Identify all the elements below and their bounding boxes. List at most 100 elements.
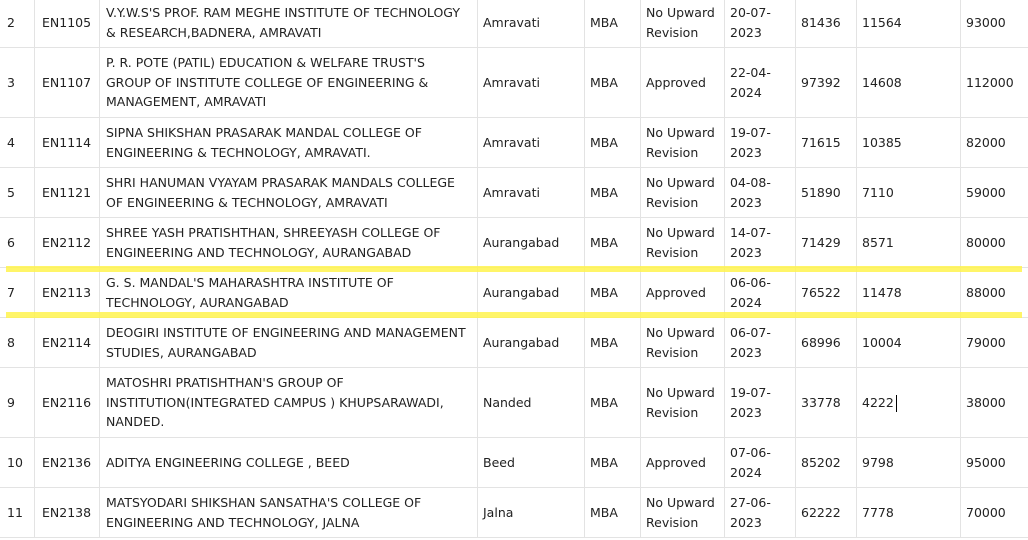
value-cell-1: 97392 <box>795 47 857 118</box>
institute-code-cell: EN1121 <box>34 167 100 218</box>
value-cell-2: 11478 <box>856 267 961 318</box>
status-cell: No Upward Revision <box>640 117 725 168</box>
sr-no-cell: 11 <box>0 487 35 538</box>
table-row-highlighted: 7 EN2113 G. S. MANDAL'S MAHARASHTRA INST… <box>0 267 1028 318</box>
date-cell: 06-07-2023 <box>724 317 796 368</box>
district-cell: Nanded <box>477 367 585 438</box>
institute-code-cell: EN1107 <box>34 47 100 118</box>
value-cell-2: 7778 <box>856 487 961 538</box>
value-cell-1: 68996 <box>795 317 857 368</box>
highlight-line-top <box>6 266 1022 272</box>
table-row: 2 EN1105 V.Y.W.S'S PROF. RAM MEGHE INSTI… <box>0 0 1028 48</box>
course-cell: MBA <box>584 267 641 318</box>
value-cell-2: 14608 <box>856 47 961 118</box>
date-cell: 07-06-2024 <box>724 437 796 488</box>
status-cell: No Upward Revision <box>640 217 725 268</box>
status-cell: No Upward Revision <box>640 167 725 218</box>
value-cell-1: 71615 <box>795 117 857 168</box>
course-cell: MBA <box>584 0 641 48</box>
highlight-line-bottom <box>6 312 1022 318</box>
course-cell: MBA <box>584 47 641 118</box>
institute-code-cell: EN2112 <box>34 217 100 268</box>
district-cell: Amravati <box>477 167 585 218</box>
status-cell: Approved <box>640 267 725 318</box>
institute-code-cell: EN2116 <box>34 367 100 438</box>
date-cell: 20-07-2023 <box>724 0 796 48</box>
value-cell-1: 71429 <box>795 217 857 268</box>
value-cell-1: 76522 <box>795 267 857 318</box>
value-cell-3: 38000 <box>960 367 1028 438</box>
institute-name-cell: V.Y.W.S'S PROF. RAM MEGHE INSTITUTE OF T… <box>99 0 478 48</box>
date-cell: 22-04-2024 <box>724 47 796 118</box>
status-cell: No Upward Revision <box>640 0 725 48</box>
institute-name-cell: G. S. MANDAL'S MAHARASHTRA INSTITUTE OF … <box>99 267 478 318</box>
table-row: 3 EN1107 P. R. POTE (PATIL) EDUCATION & … <box>0 47 1028 118</box>
value-cell-3: 82000 <box>960 117 1028 168</box>
value-cell-2: 8571 <box>856 217 961 268</box>
sr-no-cell: 3 <box>0 47 35 118</box>
date-cell: 19-07-2023 <box>724 367 796 438</box>
sr-no-cell: 8 <box>0 317 35 368</box>
institute-name-cell: SHRI HANUMAN VYAYAM PRASARAK MANDALS COL… <box>99 167 478 218</box>
table-row: 11 EN2138 MATSYODARI SHIKSHAN SANSATHA'S… <box>0 487 1028 538</box>
sr-no-cell: 6 <box>0 217 35 268</box>
institute-code-cell: EN2138 <box>34 487 100 538</box>
course-cell: MBA <box>584 487 641 538</box>
course-cell: MBA <box>584 117 641 168</box>
status-cell: Approved <box>640 437 725 488</box>
table-row: 10 EN2136 ADITYA ENGINEERING COLLEGE , B… <box>0 437 1028 488</box>
table-row: 8 EN2114 DEOGIRI INSTITUTE OF ENGINEERIN… <box>0 317 1028 368</box>
sr-no-cell: 9 <box>0 367 35 438</box>
district-cell: Amravati <box>477 117 585 168</box>
course-cell: MBA <box>584 437 641 488</box>
status-cell: No Upward Revision <box>640 487 725 538</box>
value-cell-3: 95000 <box>960 437 1028 488</box>
value-cell-2: 10004 <box>856 317 961 368</box>
institute-code-cell: EN2114 <box>34 317 100 368</box>
district-cell: Aurangabad <box>477 267 585 318</box>
date-cell: 14-07-2023 <box>724 217 796 268</box>
value-cell-3: 93000 <box>960 0 1028 48</box>
value-cell-3: 70000 <box>960 487 1028 538</box>
value-cell-3: 79000 <box>960 317 1028 368</box>
value-cell-2: 10385 <box>856 117 961 168</box>
value-cell-2: 7110 <box>856 167 961 218</box>
institute-code-cell: EN2113 <box>34 267 100 318</box>
table-row: 4 EN1114 SIPNA SHIKSHAN PRASARAK MANDAL … <box>0 117 1028 168</box>
district-cell: Beed <box>477 437 585 488</box>
date-cell: 04-08-2023 <box>724 167 796 218</box>
institute-code-cell: EN2136 <box>34 437 100 488</box>
district-cell: Aurangabad <box>477 217 585 268</box>
value-cell-3: 112000 <box>960 47 1028 118</box>
course-cell: MBA <box>584 167 641 218</box>
district-cell: Aurangabad <box>477 317 585 368</box>
institute-name-cell: MATSYODARI SHIKSHAN SANSATHA'S COLLEGE O… <box>99 487 478 538</box>
institute-name-cell: P. R. POTE (PATIL) EDUCATION & WELFARE T… <box>99 47 478 118</box>
course-cell: MBA <box>584 217 641 268</box>
institute-name-cell: DEOGIRI INSTITUTE OF ENGINEERING AND MAN… <box>99 317 478 368</box>
value-cell-2: 11564 <box>856 0 961 48</box>
value-cell-2: 9798 <box>856 437 961 488</box>
value-cell-1: 62222 <box>795 487 857 538</box>
sr-no-cell: 10 <box>0 437 35 488</box>
table-row: 9 EN2116 MATOSHRI PRATISHTHAN'S GROUP OF… <box>0 367 1028 438</box>
course-cell: MBA <box>584 367 641 438</box>
district-cell: Jalna <box>477 487 585 538</box>
text-cursor <box>896 395 897 412</box>
institute-name-cell: ADITYA ENGINEERING COLLEGE , BEED <box>99 437 478 488</box>
value-cell-1: 85202 <box>795 437 857 488</box>
district-cell: Amravati <box>477 0 585 48</box>
value-cell-2[interactable]: 4222 <box>856 367 961 438</box>
status-cell: No Upward Revision <box>640 317 725 368</box>
sr-no-cell: 2 <box>0 0 35 48</box>
institute-code-cell: EN1114 <box>34 117 100 168</box>
date-cell: 27-06-2023 <box>724 487 796 538</box>
date-cell: 06-06-2024 <box>724 267 796 318</box>
value-cell-3: 88000 <box>960 267 1028 318</box>
table-row: 6 EN2112 SHREE YASH PRATISHTHAN, SHREEYA… <box>0 217 1028 268</box>
institute-name-cell: MATOSHRI PRATISHTHAN'S GROUP OF INSTITUT… <box>99 367 478 438</box>
sr-no-cell: 4 <box>0 117 35 168</box>
date-cell: 19-07-2023 <box>724 117 796 168</box>
status-cell: No Upward Revision <box>640 367 725 438</box>
value-cell-1: 81436 <box>795 0 857 48</box>
